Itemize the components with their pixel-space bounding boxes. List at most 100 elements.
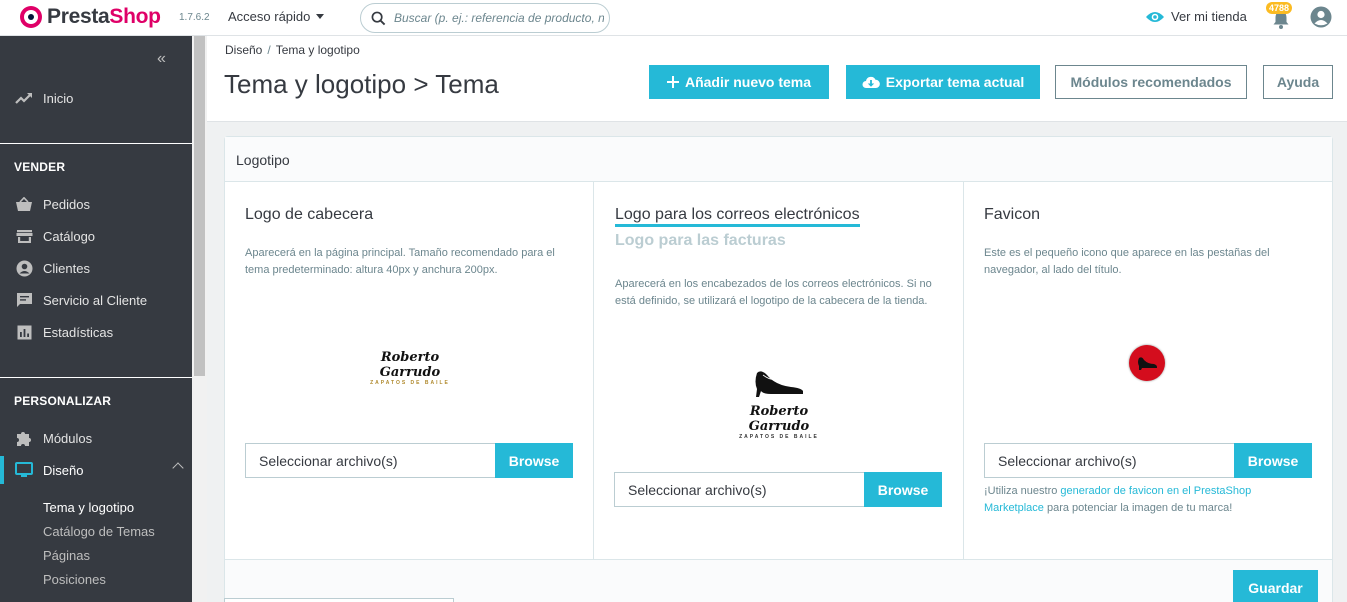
sidebar-item-catalog[interactable]: Catálogo [0, 222, 192, 250]
file-name-field[interactable]: Seleccionar archivo(s) [984, 443, 1234, 478]
sidebar-divider [0, 377, 192, 378]
prestashop-logo[interactable]: PrestaShop [20, 5, 161, 29]
sidebar-item-label: Catálogo [43, 228, 96, 244]
sidebar-scrollbar[interactable] [192, 36, 207, 602]
sidebar-subitem-theme-catalog[interactable]: Catálogo de Temas [43, 524, 155, 539]
logo-brand-name: Roberto Garrudo [379, 350, 441, 380]
export-theme-button[interactable]: Exportar tema actual [846, 65, 1040, 99]
recommended-modules-button[interactable]: Módulos recomendados [1055, 65, 1247, 99]
save-button[interactable]: Guardar [1233, 570, 1318, 602]
sidebar-subitem-theme-logo[interactable]: Tema y logotipo [43, 500, 134, 515]
top-header: PrestaShop 1.7.6.2 Acceso rápido Ver mi … [0, 0, 1347, 36]
sidebar-item-orders[interactable]: Pedidos [0, 190, 192, 218]
breadcrumb: Diseño / Tema y logotipo [225, 43, 360, 57]
favicon-column: Favicon Este es el pequeño icono que apa… [964, 182, 1333, 559]
sidebar-item-modules[interactable]: Módulos [0, 424, 192, 452]
add-new-theme-button[interactable]: Añadir nuevo tema [649, 65, 829, 99]
notifications-badge: 4788 [1266, 2, 1293, 14]
header-logo-description: Aparecerá en la página principal. Tamaño… [245, 247, 555, 276]
favicon-hint: ¡Utiliza nuestro generador de favicon en… [984, 485, 1252, 514]
desktop-icon [14, 461, 34, 479]
eye-icon [1146, 11, 1164, 22]
card-title: Logotipo [236, 152, 290, 168]
sidebar-item-design[interactable]: Diseño [0, 456, 192, 484]
partial-element-below [224, 598, 454, 602]
header-logo-column: Logo de cabecera Aparecerá en la página … [225, 182, 594, 559]
logo-tagline: ZAPATOS DE BAILE [370, 380, 450, 386]
sidebar-item-home[interactable]: Inicio [0, 84, 192, 112]
sidebar-item-label: Inicio [43, 90, 74, 106]
puffin-logo-icon [20, 6, 42, 28]
browse-button[interactable]: Browse [495, 443, 573, 478]
header-logo-title: Logo de cabecera [245, 206, 374, 223]
search-box[interactable] [360, 3, 610, 33]
favicon-file-input[interactable]: Seleccionar archivo(s) Browse [984, 443, 1312, 478]
bar-chart-icon [14, 323, 34, 341]
sidebar-subitem-pages[interactable]: Páginas [43, 548, 90, 563]
file-name-field[interactable]: Seleccionar archivo(s) [245, 443, 495, 478]
page-header: Diseño / Tema y logotipo Tema y logotipo >… [207, 36, 1347, 122]
user-avatar-icon [1310, 6, 1332, 28]
logo-tagline: ZAPATOS DE BAILE [739, 434, 819, 440]
browse-button[interactable]: Browse [864, 472, 942, 507]
scrollbar-thumb[interactable] [194, 36, 205, 376]
view-shop-label: Ver mi tienda [1171, 9, 1247, 24]
chat-icon [14, 291, 34, 309]
logo-brand-name: Roberto Garrudo [748, 404, 810, 434]
account-circle-icon [14, 259, 34, 277]
breadcrumb-current[interactable]: Tema y logotipo [276, 43, 360, 57]
dance-shoe-favicon-image [1138, 357, 1157, 370]
sidebar-item-label: Clientes [43, 260, 90, 276]
favicon-title: Favicon [984, 206, 1041, 223]
mail-logo-column: Logo para los correos electrónicos Logo … [594, 182, 964, 559]
trending-up-icon [14, 89, 34, 107]
sidebar-item-customer-service[interactable]: Servicio al Cliente [0, 286, 192, 314]
chevron-up-icon [172, 462, 184, 474]
sidebar-item-label: Estadísticas [43, 324, 114, 340]
breadcrumb-link-design[interactable]: Diseño [225, 43, 262, 57]
employee-menu[interactable] [1310, 6, 1332, 33]
brand-name-b: Shop [109, 5, 161, 28]
sidebar-section-sell: VENDER [14, 160, 66, 174]
sidebar-item-stats[interactable]: Estadísticas [0, 318, 192, 346]
plus-icon [666, 76, 679, 88]
quick-access-label: Acceso rápido [228, 9, 311, 24]
collapse-sidebar-icon[interactable]: « [157, 50, 166, 68]
favicon-preview [1129, 345, 1165, 381]
file-name-field[interactable]: Seleccionar archivo(s) [614, 472, 864, 507]
sidebar-nav: « Inicio VENDER Pedidos Catálogo Cliente… [0, 36, 192, 602]
logo-card: Logotipo Logo de cabecera Aparecerá en l… [224, 136, 1333, 602]
puzzle-icon [14, 429, 34, 447]
notifications-button[interactable]: 4788 [1266, 2, 1293, 30]
add-new-theme-label: Añadir nuevo tema [684, 74, 812, 90]
header-logo-preview: Roberto Garrudo ZAPATOS DE BAILE [355, 350, 465, 386]
help-button[interactable]: Ayuda [1263, 65, 1333, 99]
sidebar-item-label: Módulos [43, 430, 93, 446]
quick-access-dropdown[interactable]: Acceso rápido [228, 9, 325, 24]
tab-mail-logo[interactable]: Logo para los correos electrónicos [615, 206, 860, 227]
export-theme-label: Exportar tema actual [885, 74, 1025, 90]
card-footer: Guardar [225, 559, 1332, 602]
brand-name-a: Presta [47, 5, 110, 28]
mail-logo-preview: Roberto Garrudo ZAPATOS DE BAILE [719, 367, 839, 440]
card-header: Logotipo [225, 137, 1332, 182]
shopping-basket-icon [14, 195, 34, 213]
sidebar-subitem-positions[interactable]: Posiciones [43, 572, 106, 587]
search-input[interactable] [394, 11, 604, 25]
browse-button[interactable]: Browse [1234, 443, 1312, 478]
mail-logo-description: Aparecerá en los encabezados de los corr… [615, 278, 932, 307]
sidebar-item-label: Pedidos [43, 196, 90, 212]
sidebar-item-customers[interactable]: Clientes [0, 254, 192, 282]
view-shop-link[interactable]: Ver mi tienda [1145, 9, 1247, 24]
favicon-description: Este es el pequeño icono que aparece en … [984, 247, 1270, 276]
caret-down-icon [316, 14, 325, 19]
page-title: Tema y logotipo > Tema [224, 69, 499, 99]
mail-logo-file-input[interactable]: Seleccionar archivo(s) Browse [614, 472, 942, 507]
tab-invoice-logo[interactable]: Logo para las facturas [615, 232, 786, 250]
search-icon [371, 11, 386, 25]
cloud-download-icon [862, 76, 880, 88]
sidebar-divider [0, 143, 192, 144]
store-icon [14, 227, 34, 245]
sidebar-section-customize: PERSONALIZAR [14, 394, 112, 408]
header-logo-file-input[interactable]: Seleccionar archivo(s) Browse [245, 443, 573, 478]
